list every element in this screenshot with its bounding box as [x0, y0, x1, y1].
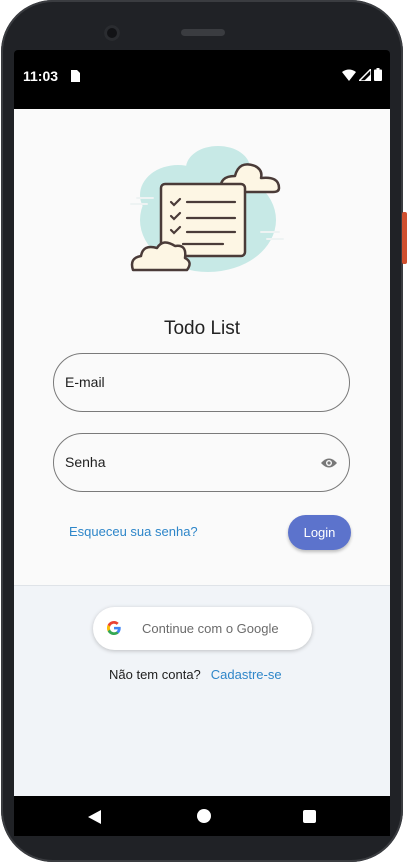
power-button: [402, 212, 407, 264]
email-field-label: E-mail: [65, 374, 105, 390]
forgot-password-link[interactable]: Esqueceu sua senha?: [69, 524, 198, 539]
signup-link[interactable]: Cadastre-se: [211, 667, 282, 682]
signup-row: Não tem conta? Cadastre-se: [109, 667, 282, 682]
password-field-label: Senha: [65, 454, 106, 470]
email-field[interactable]: E-mail: [53, 353, 350, 412]
earpiece-speaker: [181, 29, 225, 36]
signup-prompt: Não tem conta?: [109, 667, 201, 682]
status-time: 11:03: [23, 68, 59, 84]
nav-back-icon[interactable]: [88, 810, 101, 829]
system-icons: [342, 67, 382, 86]
eye-icon[interactable]: [321, 456, 337, 474]
front-camera: [104, 25, 120, 41]
sim-card-icon: [70, 69, 80, 87]
google-signin-label: Continue com o Google: [142, 621, 279, 636]
nav-recent-icon[interactable]: [303, 810, 316, 823]
app-title: Todo List: [163, 318, 241, 339]
wifi-icon: [342, 68, 356, 86]
signal-icon: [357, 67, 372, 86]
google-icon: [106, 621, 121, 640]
navigation-bar: [14, 796, 390, 836]
password-field[interactable]: Senha: [53, 433, 350, 492]
status-bar: 11:03: [14, 55, 390, 95]
login-button[interactable]: Login: [288, 515, 351, 550]
battery-icon: [374, 68, 382, 86]
nav-home-icon[interactable]: [197, 809, 211, 823]
cloud-bottom-left: [130, 241, 191, 272]
todo-list-illustration: [130, 146, 284, 272]
phone-frame: 11:03 Todo List E-mail Senha Esqueceu su…: [0, 0, 407, 864]
google-signin-button[interactable]: Continue com o Google: [93, 607, 312, 650]
